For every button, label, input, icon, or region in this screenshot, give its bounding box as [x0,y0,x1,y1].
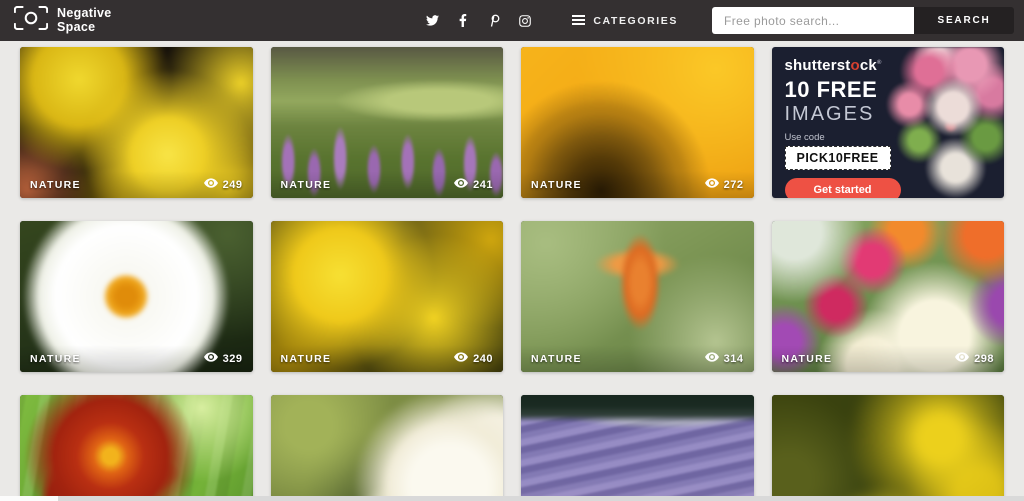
category-badge[interactable]: NATURE [30,179,81,191]
site-logo[interactable]: Negative Space [13,5,112,35]
categories-label: CATEGORIES [593,14,678,27]
eye-icon [704,178,719,191]
eye-icon [203,178,218,191]
view-counter: 240 [454,352,493,365]
ad-coupon-code: PICK10FREE [784,146,891,170]
shutterstock-ad-card[interactable]: shutterstock® 10 FREE IMAGES Use code PI… [771,47,1005,198]
photo-meta: NATURE 272 [521,171,754,198]
photo-card-red-daylily[interactable] [20,395,253,501]
eye-icon [203,352,218,365]
category-badge[interactable]: NATURE [281,353,332,365]
facebook-icon[interactable] [456,14,470,28]
photo-image [20,395,253,501]
camera-viewfinder-icon [13,5,49,35]
eye-icon [955,352,970,365]
category-badge[interactable]: NATURE [30,353,81,365]
view-counter: 241 [454,178,493,191]
ad-get-started-button[interactable]: Get started [784,178,901,198]
view-counter: 298 [955,352,994,365]
photo-card-orange-lily[interactable]: NATURE 314 [521,221,754,372]
scrollbar-thumb[interactable] [0,496,58,501]
eye-icon [454,352,469,365]
view-counter: 272 [704,178,744,191]
view-count: 241 [473,178,493,191]
view-counter: 329 [203,352,243,365]
ad-code-label: Use code [784,132,825,143]
photo-meta: NATURE 329 [20,345,253,372]
photo-image [771,395,1004,501]
photo-card-colorful-bouquet[interactable]: NATURE 298 [771,221,1004,372]
eye-icon [704,352,719,365]
view-count: 298 [974,352,994,365]
category-badge[interactable]: NATURE [281,179,332,191]
photo-image [521,395,754,501]
photo-card-yellow-daffodils[interactable]: NATURE 240 [270,221,503,372]
photo-card-lupine-meadow[interactable]: NATURE 241 [270,47,503,198]
social-links [425,14,532,28]
photo-card-yellow-chrysanthemums[interactable]: NATURE 249 [20,47,253,198]
view-counter: 249 [203,178,243,191]
view-count: 314 [723,352,744,365]
photo-card-white-agapanthus[interactable] [270,395,503,501]
logo-text: Negative Space [57,5,112,34]
category-badge[interactable]: NATURE [782,353,833,365]
view-count: 329 [222,352,243,365]
photo-meta: NATURE 298 [771,345,1004,372]
photo-meta: NATURE 241 [270,171,503,198]
view-count: 240 [473,352,493,365]
search-input[interactable] [712,7,914,34]
photo-grid: NATURE 249 NATURE 241 NATURE 272 shutter… [0,41,1024,501]
ad-content: shutterstock® 10 FREE IMAGES Use code PI… [772,47,1005,198]
view-count: 272 [723,178,744,191]
ad-headline-line2: IMAGES [784,103,875,125]
photo-card-blurred-yellow-flowers[interactable] [771,395,1004,501]
search-bar: SEARCH [712,7,1014,34]
photo-meta: NATURE 314 [521,345,754,372]
pinterest-icon[interactable] [487,14,501,28]
photo-card-white-daisy[interactable]: NATURE 329 [20,221,253,372]
categories-menu[interactable]: CATEGORIES [572,12,678,30]
instagram-icon[interactable] [518,14,532,28]
eye-icon [454,178,469,191]
shutterstock-logo: shutterstock® [784,57,882,74]
site-header: Negative Space CATEGORIES Free photo sea… [0,0,1024,41]
photo-meta: NATURE 249 [20,171,253,198]
search-button[interactable]: SEARCH [914,7,1014,34]
photo-card-sunflower-closeup[interactable]: NATURE 272 [521,47,754,198]
view-counter: 314 [704,352,744,365]
view-count: 249 [222,178,243,191]
category-badge[interactable]: NATURE [531,179,582,191]
photo-card-lavender-field[interactable] [521,395,754,501]
twitter-icon[interactable] [425,14,439,28]
shutterstock-o-mark: o [850,57,860,74]
hamburger-menu-icon [572,12,586,30]
horizontal-scrollbar[interactable] [0,496,1024,501]
photo-meta: NATURE 240 [270,345,503,372]
category-badge[interactable]: NATURE [531,353,582,365]
photo-image [270,395,503,501]
ad-headline-line1: 10 FREE [784,77,878,102]
